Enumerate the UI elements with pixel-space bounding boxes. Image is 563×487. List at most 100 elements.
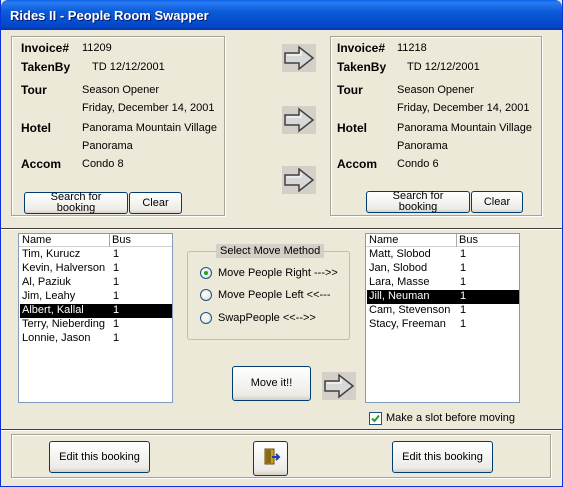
list-header: Name Bus (19, 234, 172, 247)
radio-icon (200, 312, 212, 324)
takenby-value: TD 12/12/2001 (407, 61, 480, 73)
person-name: Albert, Kallal (22, 304, 84, 316)
tour-date: Friday, December 14, 2001 (82, 102, 215, 114)
invoice-value: 11218 (397, 42, 427, 54)
invoice-label: Invoice# (21, 41, 70, 55)
list-item[interactable]: Lara, Masse 1 (367, 276, 519, 290)
list-item[interactable]: Cam, Stevenson 1 (367, 304, 519, 318)
person-name: Kevin, Halverson (22, 262, 106, 274)
hotel-label: Hotel (21, 121, 51, 135)
hotel-location: Panorama (82, 140, 133, 152)
tour-label: Tour (21, 83, 47, 97)
list-item[interactable]: Tim, Kurucz 1 (20, 248, 172, 262)
column-name[interactable]: Name (369, 234, 398, 246)
hotel-name: Panorama Mountain Village (82, 122, 217, 134)
right-booking-panel: Invoice# 11218 TakenBy TD 12/12/2001 Tou… (330, 36, 542, 216)
edit-left-booking-button[interactable]: Edit this booking (49, 441, 150, 473)
accom-label: Accom (21, 157, 62, 171)
person-bus: 1 (113, 332, 120, 344)
takenby-value: TD 12/12/2001 (92, 61, 165, 73)
accom-value: Condo 6 (397, 158, 439, 170)
person-bus: 1 (460, 318, 467, 330)
takenby-label: TakenBy (21, 60, 71, 74)
window-title: Rides II - People Room Swapper (10, 8, 209, 23)
person-name: Jan, Slobod (369, 262, 428, 274)
exit-door-icon (261, 447, 281, 470)
list-item[interactable]: Matt, Slobod 1 (367, 248, 519, 262)
column-bus[interactable]: Bus (456, 234, 478, 247)
list-header: Name Bus (366, 234, 519, 247)
make-slot-checkbox[interactable] (369, 412, 382, 425)
move-method-title: Select Move Method (216, 244, 325, 258)
radio-swap[interactable]: SwapPeople <<-->> (200, 312, 316, 324)
person-name: Stacy, Freeman (369, 318, 446, 330)
radio-move-right[interactable]: Move People Right --->> (200, 267, 338, 279)
person-name: Al, Paziuk (22, 276, 71, 288)
right-people-list[interactable]: Name Bus Matt, Slobod 1 Jan, Slobod 1 La… (365, 233, 520, 403)
list-item[interactable]: Lonnie, Jason 1 (20, 332, 172, 346)
list-item[interactable]: Stacy, Freeman 1 (367, 318, 519, 332)
exit-button[interactable] (253, 441, 288, 476)
list-item[interactable]: Kevin, Halverson 1 (20, 262, 172, 276)
right-arrow-icon (282, 44, 316, 72)
tour-label: Tour (337, 83, 363, 97)
person-bus: 1 (113, 290, 120, 302)
column-name[interactable]: Name (22, 234, 51, 246)
person-bus: 1 (113, 276, 120, 288)
left-people-list[interactable]: Name Bus Tim, Kurucz 1 Kevin, Halverson … (18, 233, 173, 403)
clear-button[interactable]: Clear (129, 192, 182, 214)
person-bus: 1 (113, 262, 120, 274)
takenby-label: TakenBy (337, 60, 387, 74)
separator (1, 228, 562, 230)
radio-selected-icon (200, 267, 212, 279)
tour-name: Season Opener (82, 84, 160, 96)
right-arrow-icon (282, 166, 316, 194)
accom-label: Accom (337, 157, 378, 171)
search-booking-button[interactable]: Search for booking (366, 191, 470, 213)
clear-button[interactable]: Clear (471, 191, 523, 213)
move-it-button[interactable]: Move it!! (232, 366, 311, 401)
person-name: Jim, Leahy (22, 290, 76, 302)
left-booking-panel: Invoice# 11209 TakenBy TD 12/12/2001 Tou… (11, 36, 225, 216)
search-booking-button[interactable]: Search for booking (24, 192, 128, 214)
person-bus: 1 (460, 304, 467, 316)
person-name: Cam, Stevenson (369, 304, 451, 316)
list-item[interactable]: Terry, Nieberding 1 (20, 318, 172, 332)
list-item-selected[interactable]: Albert, Kallal 1 (20, 304, 172, 318)
radio-swap-label: SwapPeople <<-->> (218, 312, 316, 324)
edit-right-booking-button[interactable]: Edit this booking (392, 441, 493, 473)
radio-move-right-label: Move People Right --->> (218, 267, 338, 279)
person-bus: 1 (460, 290, 467, 302)
radio-move-left[interactable]: Move People Left <<--- (200, 289, 331, 301)
tour-name: Season Opener (397, 84, 475, 96)
accom-value: Condo 8 (82, 158, 124, 170)
person-bus: 1 (113, 248, 120, 260)
app-window: Rides II - People Room Swapper Invoice# … (0, 0, 563, 487)
person-bus: 1 (460, 248, 467, 260)
person-bus: 1 (113, 304, 120, 316)
person-name: Lara, Masse (369, 276, 430, 288)
radio-icon (200, 289, 212, 301)
person-name: Jill, Neuman (369, 290, 430, 302)
separator (1, 429, 562, 431)
person-name: Matt, Slobod (369, 248, 431, 260)
person-bus: 1 (460, 276, 467, 288)
hotel-label: Hotel (337, 121, 367, 135)
person-bus: 1 (113, 318, 120, 330)
column-bus[interactable]: Bus (109, 234, 131, 247)
list-item[interactable]: Jan, Slobod 1 (367, 262, 519, 276)
list-item[interactable]: Jim, Leahy 1 (20, 290, 172, 304)
hotel-location: Panorama (397, 140, 448, 152)
list-item[interactable]: Al, Paziuk 1 (20, 276, 172, 290)
radio-move-left-label: Move People Left <<--- (218, 289, 331, 301)
invoice-label: Invoice# (337, 41, 386, 55)
tour-date: Friday, December 14, 2001 (397, 102, 530, 114)
title-bar[interactable]: Rides II - People Room Swapper (1, 0, 562, 30)
list-item-selected[interactable]: Jill, Neuman 1 (367, 290, 519, 304)
hotel-name: Panorama Mountain Village (397, 122, 532, 134)
person-name: Lonnie, Jason (22, 332, 91, 344)
person-bus: 1 (460, 262, 467, 274)
person-name: Tim, Kurucz (22, 248, 81, 260)
right-arrow-icon (322, 372, 356, 400)
make-slot-label: Make a slot before moving (386, 412, 516, 424)
